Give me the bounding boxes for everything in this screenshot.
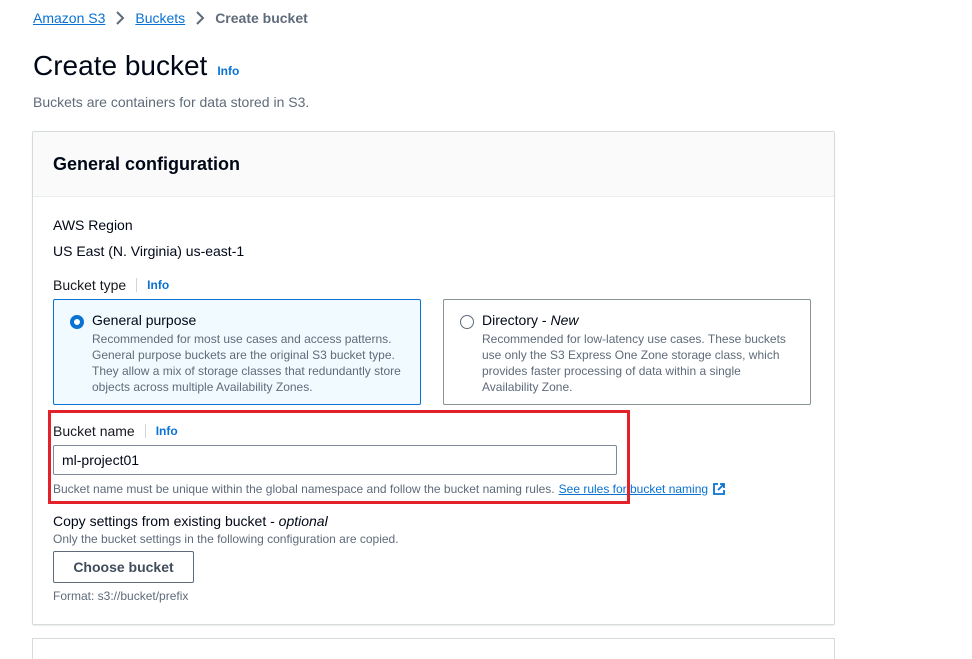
page-header: Create bucket Info xyxy=(33,50,239,82)
breadcrumb-current: Create bucket xyxy=(215,10,308,26)
new-tag: New xyxy=(550,312,579,328)
tile-title: Directory - New xyxy=(482,312,579,328)
label-divider xyxy=(136,278,138,292)
general-configuration-panel: General configuration AWS Region US East… xyxy=(32,131,835,625)
copy-settings-label-text: Copy settings from existing bucket - xyxy=(53,513,279,529)
bucket-name-constraint: Bucket name must be unique within the gl… xyxy=(53,482,726,496)
optional-tag: optional xyxy=(278,513,328,529)
aws-region-label: AWS Region xyxy=(53,217,133,233)
tile-description: Recommended for low-latency use cases. T… xyxy=(482,332,786,394)
panel-header: General configuration xyxy=(33,132,834,197)
breadcrumb-buckets[interactable]: Buckets xyxy=(135,10,185,26)
constraint-text: Bucket name must be unique within the gl… xyxy=(53,482,555,496)
aws-region-value: US East (N. Virginia) us-east-1 xyxy=(53,243,245,259)
label-divider xyxy=(144,424,146,438)
page-title: Create bucket xyxy=(33,50,208,81)
bucket-type-general-purpose-tile[interactable]: General purpose Recommended for most use… xyxy=(53,299,421,405)
bucket-name-label: Bucket name xyxy=(53,423,135,439)
page-description: Buckets are containers for data stored i… xyxy=(33,94,310,110)
bucket-name-input[interactable]: ml-project01 xyxy=(53,445,617,475)
breadcrumb: Amazon S3 Buckets Create bucket xyxy=(33,10,308,26)
bucket-type-directory-tile[interactable]: Directory - New Recommended for low-late… xyxy=(443,299,811,405)
breadcrumb-amazon-s3[interactable]: Amazon S3 xyxy=(33,10,105,26)
external-link-icon[interactable] xyxy=(712,482,726,496)
bucket-type-label: Bucket type xyxy=(53,277,127,293)
bucket-type-info-link[interactable]: Info xyxy=(147,278,169,292)
copy-settings-label: Copy settings from existing bucket - opt… xyxy=(53,513,328,529)
bucket-naming-rules-link[interactable]: See rules for bucket naming xyxy=(559,482,708,496)
bucket-name-label-row: Bucket name Info xyxy=(53,423,178,439)
choose-bucket-button[interactable]: Choose bucket xyxy=(53,551,194,583)
tile-title: General purpose xyxy=(92,312,197,328)
format-hint: Format: s3://bucket/prefix xyxy=(53,589,189,603)
next-panel xyxy=(32,638,835,659)
radio-unselected-icon[interactable] xyxy=(460,315,474,329)
copy-settings-description: Only the bucket settings in the followin… xyxy=(53,532,399,546)
radio-selected-icon[interactable] xyxy=(70,315,84,329)
panel-heading: General configuration xyxy=(53,153,241,174)
chevron-right-icon xyxy=(115,11,125,25)
chevron-right-icon xyxy=(195,11,205,25)
page-info-link[interactable]: Info xyxy=(217,64,239,78)
tile-description: Recommended for most use cases and acces… xyxy=(92,332,401,394)
bucket-type-label-row: Bucket type Info xyxy=(53,277,169,293)
bucket-name-info-link[interactable]: Info xyxy=(156,424,178,438)
